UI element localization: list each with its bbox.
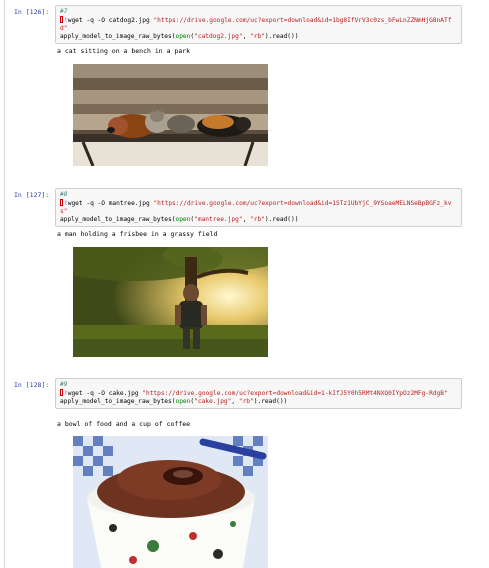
code-input[interactable]: #8 !wget -q -O mantree.jpg "https://driv… (55, 188, 462, 227)
input-prompt: In [128]: (14, 381, 50, 389)
input-prompt: In [127]: (14, 191, 50, 199)
code-wget-line: !wget -q -O mantree.jpg "https://drive.g… (60, 199, 452, 215)
cat-dog-bench-icon (73, 64, 268, 166)
code-comment: #8 (60, 191, 68, 198)
output-image-cake (73, 436, 268, 568)
code-apply-line: apply_model_to_image_raw_bytes(open("cak… (60, 398, 288, 405)
code-comment: #7 (60, 8, 68, 15)
output-caption: a man holding a frisbee in a grassy fiel… (57, 230, 218, 238)
text-cursor (60, 16, 63, 23)
code-input[interactable]: #7 !wget -q -O catdog2.jpg "https://driv… (55, 5, 462, 44)
code-comment: #9 (60, 381, 68, 388)
code-wget-line: !wget -q -O cake.jpg "https://drive.goog… (60, 389, 457, 398)
code-wget-line: !wget -q -O catdog2.jpg "https://drive.g… (60, 16, 452, 32)
output-image-catdog (73, 64, 268, 166)
notebook-border (4, 0, 5, 568)
code-apply-line: apply_model_to_image_raw_bytes(open("man… (60, 216, 299, 223)
output-caption: a cat sitting on a bench in a park (57, 47, 191, 55)
output-image-mantree (73, 247, 268, 357)
code-input[interactable]: #9 !wget -q -O cake.jpg "https://drive.g… (55, 378, 462, 409)
text-cursor (60, 389, 63, 396)
output-caption: a bowl of food and a cup of coffee (57, 420, 191, 428)
text-cursor (60, 199, 63, 206)
man-tree-icon (73, 247, 268, 357)
code-apply-line: apply_model_to_image_raw_bytes(open("cat… (60, 33, 299, 40)
input-prompt: In [126]: (14, 8, 50, 16)
lava-cake-icon (73, 436, 268, 568)
